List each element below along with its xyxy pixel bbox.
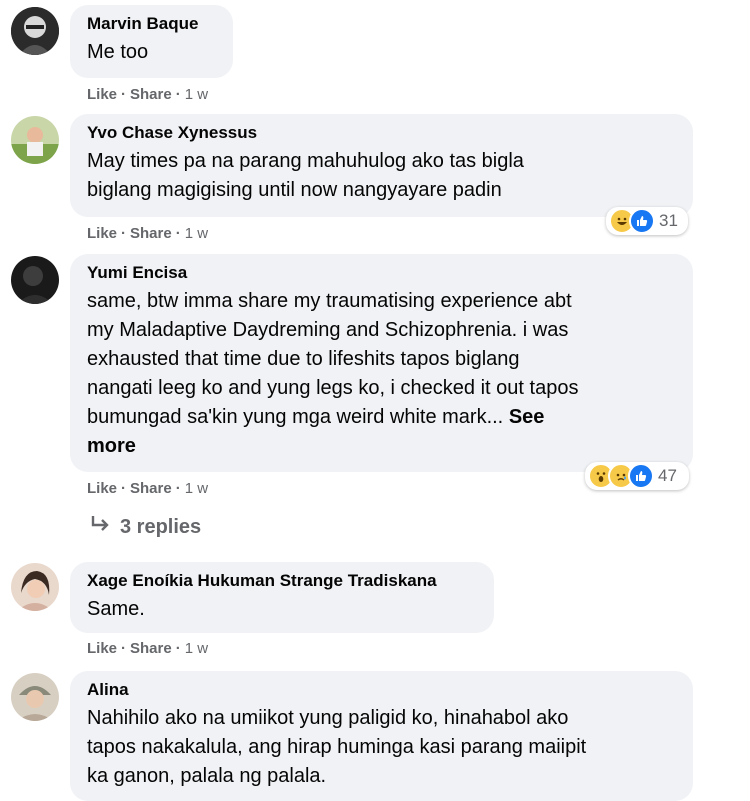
comment-author[interactable]: Xage Enoíkia Hukuman Strange Tradiskana: [87, 570, 478, 592]
view-replies-button[interactable]: 3 replies: [90, 515, 201, 539]
reaction-count: 31: [659, 211, 678, 230]
separator: ·: [121, 86, 127, 103]
reply-arrow-icon: [90, 515, 110, 539]
timestamp[interactable]: 1 w: [185, 86, 208, 103]
timestamp[interactable]: 1 w: [185, 640, 208, 657]
comment-line: May times pa na parang mahuhulog ako tas…: [87, 150, 524, 172]
comment-line: nangati leeg ko and yung legs ko, i chec…: [87, 377, 579, 399]
comment-line: exhausted that time due to lifeshits tap…: [87, 348, 520, 370]
comment-line: tapos nakakalula, ang hirap huminga kasi…: [87, 736, 587, 758]
comment-line: same, btw imma share my traumatising exp…: [87, 290, 572, 312]
like-button[interactable]: Like: [87, 86, 117, 103]
comment-bubble: Yumi Encisa same, btw imma share my trau…: [70, 254, 693, 472]
comment-bubble: Marvin Baque Me too: [70, 5, 233, 78]
comment-text: Same.: [87, 598, 145, 620]
avatar[interactable]: [11, 116, 59, 164]
see-more-link[interactable]: See: [509, 406, 545, 428]
comment-author[interactable]: Yvo Chase Xynessus: [87, 122, 677, 144]
comment-text: same, btw imma share my traumatising exp…: [87, 287, 677, 461]
share-button[interactable]: Share: [130, 640, 172, 657]
comment-line: ka ganon, palala ng palala.: [87, 765, 327, 787]
share-button[interactable]: Share: [130, 225, 172, 242]
like-button[interactable]: Like: [87, 225, 117, 242]
comment-bubble: Xage Enoíkia Hukuman Strange Tradiskana …: [70, 562, 494, 633]
see-more-link-cont[interactable]: more: [87, 432, 677, 461]
comment-text: May times pa na parang mahuhulog ako tas…: [87, 147, 677, 205]
separator: ·: [175, 86, 181, 103]
comment-actions: Like · Share · 1 w: [87, 640, 208, 657]
like-icon: [628, 463, 654, 489]
separator: ·: [175, 480, 181, 497]
comment-bubble: Yvo Chase Xynessus May times pa na paran…: [70, 114, 693, 217]
comment-bubble: Alina Nahihilo ako na umiikot yung palig…: [70, 671, 693, 801]
replies-label: 3 replies: [120, 515, 202, 538]
comment-author[interactable]: Marvin Baque: [87, 13, 217, 35]
comment-actions: Like · Share · 1 w: [87, 225, 208, 242]
comment-text: Me too: [87, 41, 149, 63]
share-button[interactable]: Share: [130, 480, 172, 497]
comment-actions: Like · Share · 1 w: [87, 480, 208, 497]
avatar[interactable]: [11, 673, 59, 721]
reactions-summary[interactable]: 31: [606, 207, 688, 235]
comment-line: bumungad sa'kin yung mga weird white mar…: [87, 403, 677, 432]
comment-author[interactable]: Alina: [87, 679, 677, 701]
avatar[interactable]: [11, 7, 59, 55]
separator: ·: [121, 640, 127, 657]
reaction-count: 47: [658, 466, 677, 485]
avatar[interactable]: [11, 256, 59, 304]
like-button[interactable]: Like: [87, 640, 117, 657]
separator: ·: [121, 480, 127, 497]
timestamp[interactable]: 1 w: [185, 225, 208, 242]
comment-line: my Maladaptive Daydreming and Schizophre…: [87, 319, 569, 341]
comment-text: Nahihilo ako na umiikot yung paligid ko,…: [87, 704, 677, 791]
share-button[interactable]: Share: [130, 86, 172, 103]
comment-author[interactable]: Yumi Encisa: [87, 262, 677, 284]
reactions-summary[interactable]: 47: [585, 462, 689, 490]
separator: ·: [121, 225, 127, 242]
separator: ·: [175, 640, 181, 657]
comment-actions: Like · Share · 1 w: [87, 86, 208, 103]
timestamp[interactable]: 1 w: [185, 480, 208, 497]
comment-line: Nahihilo ako na umiikot yung paligid ko,…: [87, 707, 569, 729]
comment-line: biglang magigising until now nangyayare …: [87, 179, 502, 201]
avatar[interactable]: [11, 563, 59, 611]
separator: ·: [175, 225, 181, 242]
like-icon: [629, 208, 655, 234]
comment-line-text: bumungad sa'kin yung mga weird white mar…: [87, 406, 504, 428]
like-button[interactable]: Like: [87, 480, 117, 497]
